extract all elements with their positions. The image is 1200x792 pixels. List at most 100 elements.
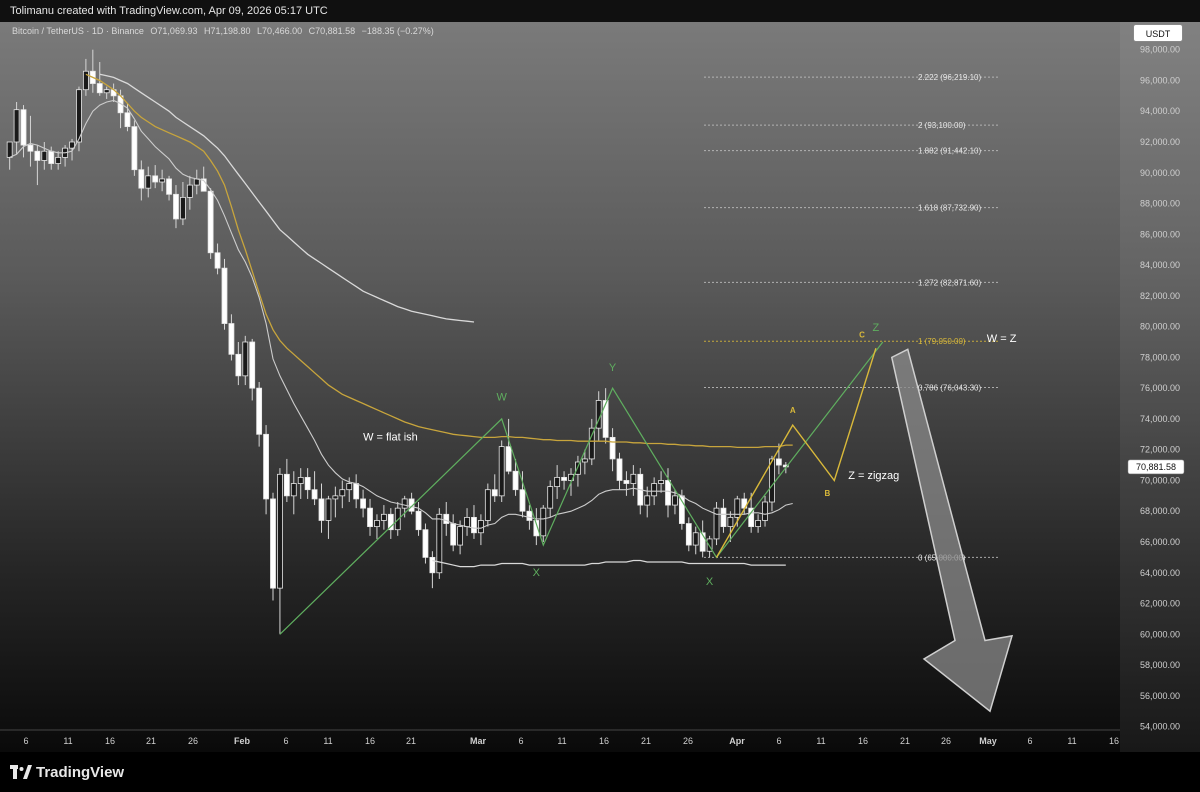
candle-body (103, 89, 110, 94)
candle-body (685, 523, 692, 546)
price-tick-label: 66,000.00 (1140, 537, 1180, 547)
candle-body (214, 252, 221, 269)
tradingview-logo[interactable]: TradingView (10, 762, 124, 782)
price-tick-label: 56,000.00 (1140, 691, 1180, 701)
fib-level-label: 0.786 (76,043.30) (918, 383, 981, 392)
annotation-text: W = Z (987, 333, 1017, 345)
wave-label: C (859, 330, 865, 339)
candle-body (644, 495, 651, 506)
time-tick-label: 11 (63, 736, 72, 746)
time-tick-label: 21 (641, 736, 651, 746)
price-tick-label: 98,000.00 (1140, 45, 1180, 55)
candle-body (692, 532, 699, 546)
candle-body (512, 470, 519, 491)
time-tick-label: 11 (557, 736, 566, 746)
wave-label: X (533, 567, 541, 579)
time-tick-label: 16 (365, 736, 375, 746)
price-tick-label: 74,000.00 (1140, 414, 1180, 424)
candle-body (27, 144, 34, 152)
fib-level-label: 1.272 (82,871.60) (918, 278, 981, 287)
candle-body (235, 353, 242, 377)
price-tick-label: 86,000.00 (1140, 229, 1180, 239)
candle-body (186, 184, 193, 198)
candle-body (672, 495, 678, 506)
candle-body (270, 498, 276, 589)
price-chart[interactable]: 2.222 (96,219.10) 2 (93,100.00) 1.882 (91,… (0, 22, 1200, 752)
time-tick-label: Apr (729, 736, 745, 746)
candle-body (283, 473, 290, 497)
candle-body (720, 507, 727, 528)
candle-body (360, 498, 366, 509)
candle-body (630, 473, 637, 484)
candle-body (166, 178, 172, 195)
time-tick-label: May (979, 736, 997, 746)
candle-body (353, 483, 360, 500)
fib-level-label: 2 (93,100.00) (918, 121, 966, 130)
candle-body (616, 458, 623, 481)
time-tick-label: 21 (900, 736, 910, 746)
time-tick-label: 26 (941, 736, 951, 746)
time-tick-label: 16 (599, 736, 609, 746)
wave-label: Z (873, 322, 880, 334)
price-tick-label: 84,000.00 (1140, 260, 1180, 270)
candle-body (34, 150, 41, 161)
chart-area[interactable]: 2.222 (96,219.10) 2 (93,100.00) 1.882 (91,… (0, 22, 1200, 752)
candle-body (380, 513, 387, 521)
candle-body (775, 458, 782, 466)
price-tick-label: 64,000.00 (1140, 568, 1180, 578)
candle-body (48, 150, 55, 164)
candle-body (228, 323, 235, 355)
price-tick-label: 62,000.00 (1140, 599, 1180, 609)
candle-body (450, 523, 457, 546)
candle-body (443, 513, 450, 524)
candle-body (332, 495, 339, 500)
candle-body (602, 400, 609, 438)
candle-body (755, 520, 761, 528)
symbol-info: Bitcoin / TetherUS · 1D · Binance O71,06… (12, 26, 438, 36)
time-tick-label: 11 (816, 736, 825, 746)
candle-body (41, 150, 48, 161)
candle-body (249, 341, 256, 389)
price-tick-label: 54,000.00 (1140, 722, 1180, 732)
bearish-arrow (890, 348, 1014, 713)
fib-level-label: 1.882 (91,442.10) (918, 147, 981, 156)
candle-body (471, 516, 477, 534)
candle-body (713, 507, 720, 540)
candle-body (415, 510, 422, 531)
moving-average-slow-line (99, 73, 475, 323)
price-tick-label: 88,000.00 (1140, 199, 1180, 209)
candle-body (561, 476, 567, 481)
time-tick-label: 16 (105, 736, 115, 746)
time-tick-label: 26 (683, 736, 693, 746)
fib-level-label: 2.222 (96,219.10) (918, 73, 981, 82)
chart-author-title: Tolimanu created with TradingView.com, A… (10, 5, 328, 17)
price-tick-label: 82,000.00 (1140, 291, 1180, 301)
tradingview-icon (10, 765, 32, 779)
price-tick-label: 78,000.00 (1140, 352, 1180, 362)
close-value: C70,881.58 (308, 26, 356, 36)
candle-body (339, 489, 346, 497)
time-tick-label: 21 (406, 736, 416, 746)
candle-body (290, 483, 297, 497)
candle-body (505, 446, 512, 472)
candle-body (374, 520, 380, 528)
candle-body (491, 489, 498, 497)
currency-button[interactable]: USDT (1133, 24, 1183, 42)
high-value: H71,198.80 (203, 26, 251, 36)
time-tick-label: Feb (234, 736, 251, 746)
candle-body (256, 387, 263, 435)
time-tick-label: 16 (858, 736, 868, 746)
footer: TradingView (0, 752, 1200, 792)
candle-body (20, 109, 27, 146)
last-price-label: 70,881.58 (1136, 462, 1176, 472)
price-tick-label: 58,000.00 (1140, 660, 1180, 670)
candle-body (401, 498, 408, 509)
candle-body (422, 529, 429, 558)
candle-body (762, 501, 768, 521)
candle-body (152, 175, 159, 183)
price-tick-label: 68,000.00 (1140, 506, 1180, 516)
candle-body (457, 526, 464, 546)
time-tick-label: 11 (1067, 736, 1076, 746)
moving-average-fast-line (9, 99, 793, 529)
fib-level-label: 1.618 (87,732.90) (918, 204, 981, 213)
